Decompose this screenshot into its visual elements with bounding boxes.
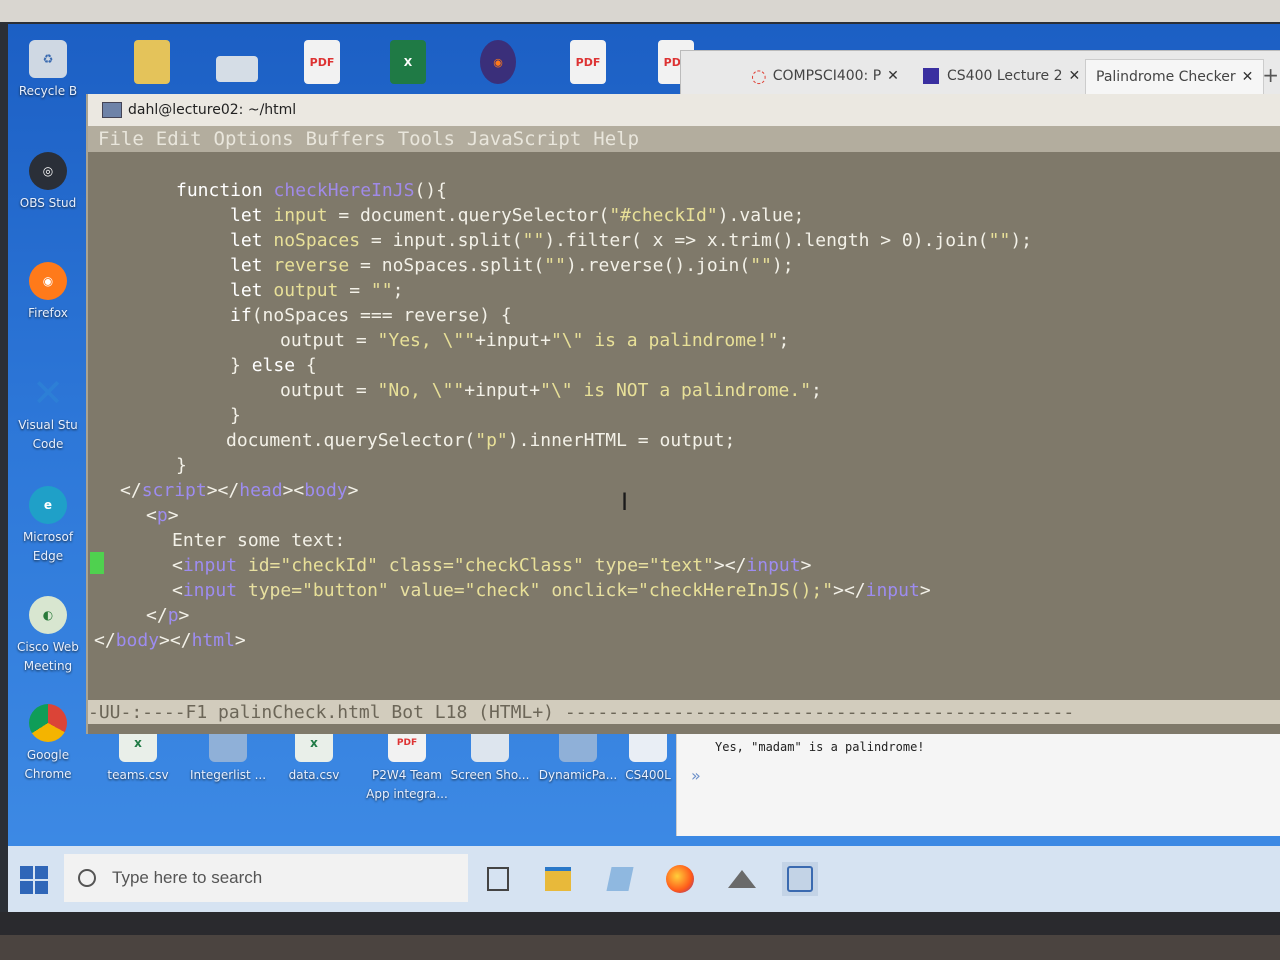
desktop-icon-chrome[interactable]: Google Chrome: [8, 704, 88, 784]
close-tab-icon[interactable]: ✕: [887, 68, 899, 84]
edge-icon: e: [29, 486, 67, 524]
code-line: </body></html>: [94, 630, 246, 651]
code-line: </script></head><body>: [120, 480, 359, 501]
webex-icon: ◐: [29, 596, 67, 634]
folder-icon[interactable]: [134, 40, 170, 84]
desk-surface: [0, 935, 1280, 960]
search-icon: [78, 869, 96, 887]
recycle-bin-icon: ♻: [29, 40, 67, 78]
emacs-titlebar[interactable]: dahl@lecture02: ~/html: [88, 94, 1280, 126]
loading-spinner-icon: ◌: [751, 65, 767, 87]
text-cursor: [90, 552, 104, 574]
code-line: output = "Yes, \""+input+"\" is a palind…: [280, 330, 790, 351]
emacs-modeline: -UU-:----F1 palinCheck.html Bot L18 (HTM…: [88, 700, 1280, 724]
desktop: ♻ Recycle B ◎ OBS Stud ◉ Firefox ✕ Visua…: [8, 24, 1280, 912]
code-line: output = "No, \""+input+"\" is NOT a pal…: [280, 380, 822, 401]
window-title: dahl@lecture02: ~/html: [128, 102, 297, 118]
ibeam-cursor-icon: I: [621, 488, 629, 516]
firefox-icon[interactable]: ◉: [480, 40, 516, 84]
vscode-icon: ✕: [32, 371, 64, 415]
app-icon[interactable]: [724, 862, 760, 896]
code-line: let reverse = noSpaces.split("").reverse…: [230, 255, 794, 276]
menu-javascript[interactable]: JavaScript: [467, 128, 581, 150]
obs-icon: ◎: [29, 152, 67, 190]
pdf-icon[interactable]: PDF: [304, 40, 340, 84]
code-line: let input = document.querySelector("#che…: [230, 205, 805, 226]
search-input[interactable]: [110, 867, 454, 889]
excel-icon[interactable]: X: [390, 40, 426, 84]
menu-options[interactable]: Options: [214, 128, 294, 150]
code-line: <p>: [146, 505, 179, 526]
desktop-icon-vscode[interactable]: ✕ Visual Stu Code: [8, 371, 88, 454]
code-line: let noSpaces = input.split("").filter( x…: [230, 230, 1033, 251]
emacs-menubar: File Edit Options Buffers Tools JavaScri…: [88, 126, 1280, 152]
window-icon[interactable]: [216, 56, 258, 82]
code-line: }: [230, 405, 241, 426]
code-line: </p>: [146, 605, 190, 626]
windows-start-icon[interactable]: [20, 866, 48, 894]
menu-buffers[interactable]: Buffers: [306, 128, 386, 150]
code-line: function checkHereInJS(){: [176, 180, 447, 201]
browser-output-panel: Yes, "madam" is a palindrome! »: [676, 732, 1280, 836]
network-app-icon[interactable]: [782, 862, 818, 896]
close-tab-icon[interactable]: ✕: [1242, 69, 1254, 85]
chrome-icon: [29, 704, 67, 742]
code-line: <input type="button" value="check" oncli…: [172, 580, 931, 601]
menu-file[interactable]: File: [98, 128, 144, 150]
firefox-icon: ◉: [29, 262, 67, 300]
desktop-icon-p2w4[interactable]: PDF P2W4 Team App integra...: [362, 724, 452, 804]
tab-palindrome-checker[interactable]: Palindrome Checker ✕: [1085, 59, 1265, 94]
terminal-icon: [102, 102, 122, 118]
tab-compsci400[interactable]: ◌ COMPSCI400: P ✕: [751, 59, 899, 93]
close-tab-icon[interactable]: ✕: [1068, 68, 1080, 84]
code-line: <input id="checkId" class="checkClass" t…: [172, 555, 812, 576]
desktop-icon-firefox[interactable]: ◉ Firefox: [8, 262, 88, 323]
code-line: if(noSpaces === reverse) {: [230, 305, 512, 326]
code-line: }: [176, 455, 187, 476]
emacs-window[interactable]: dahl@lecture02: ~/html File Edit Options…: [86, 94, 1280, 734]
code-line: let output = "";: [230, 280, 404, 301]
new-tab-button[interactable]: +: [1262, 63, 1279, 87]
task-view-icon[interactable]: [480, 862, 516, 896]
desktop-icon-obs[interactable]: ◎ OBS Stud: [8, 152, 88, 213]
tab-cs400-lecture[interactable]: CS400 Lecture 2 ✕: [923, 59, 1080, 93]
palindrome-result-text: Yes, "madam" is a palindrome!: [715, 740, 925, 754]
monitor-bezel-top: [0, 0, 1280, 22]
desktop-icon-edge[interactable]: e Microsof Edge: [8, 486, 88, 566]
code-line: document.querySelector("p").innerHTML = …: [226, 430, 736, 451]
file-explorer-icon[interactable]: [540, 862, 576, 896]
menu-help[interactable]: Help: [593, 128, 639, 150]
onenote-icon: [923, 68, 939, 84]
taskbar-search[interactable]: [64, 854, 468, 902]
console-prompt-icon[interactable]: »: [691, 766, 701, 785]
pdf-icon[interactable]: PDF: [570, 40, 606, 84]
desktop-icon-recycle-bin[interactable]: ♻ Recycle B: [8, 40, 88, 101]
menu-tools[interactable]: Tools: [398, 128, 455, 150]
notepad-icon[interactable]: [602, 862, 638, 896]
taskbar: [8, 846, 1280, 912]
code-line: } else {: [230, 355, 317, 376]
firefox-taskbar-icon[interactable]: [662, 862, 698, 896]
menu-edit[interactable]: Edit: [156, 128, 202, 150]
code-line: Enter some text:: [172, 530, 346, 551]
desktop-icon-webex[interactable]: ◐ Cisco Web Meeting: [8, 596, 88, 676]
